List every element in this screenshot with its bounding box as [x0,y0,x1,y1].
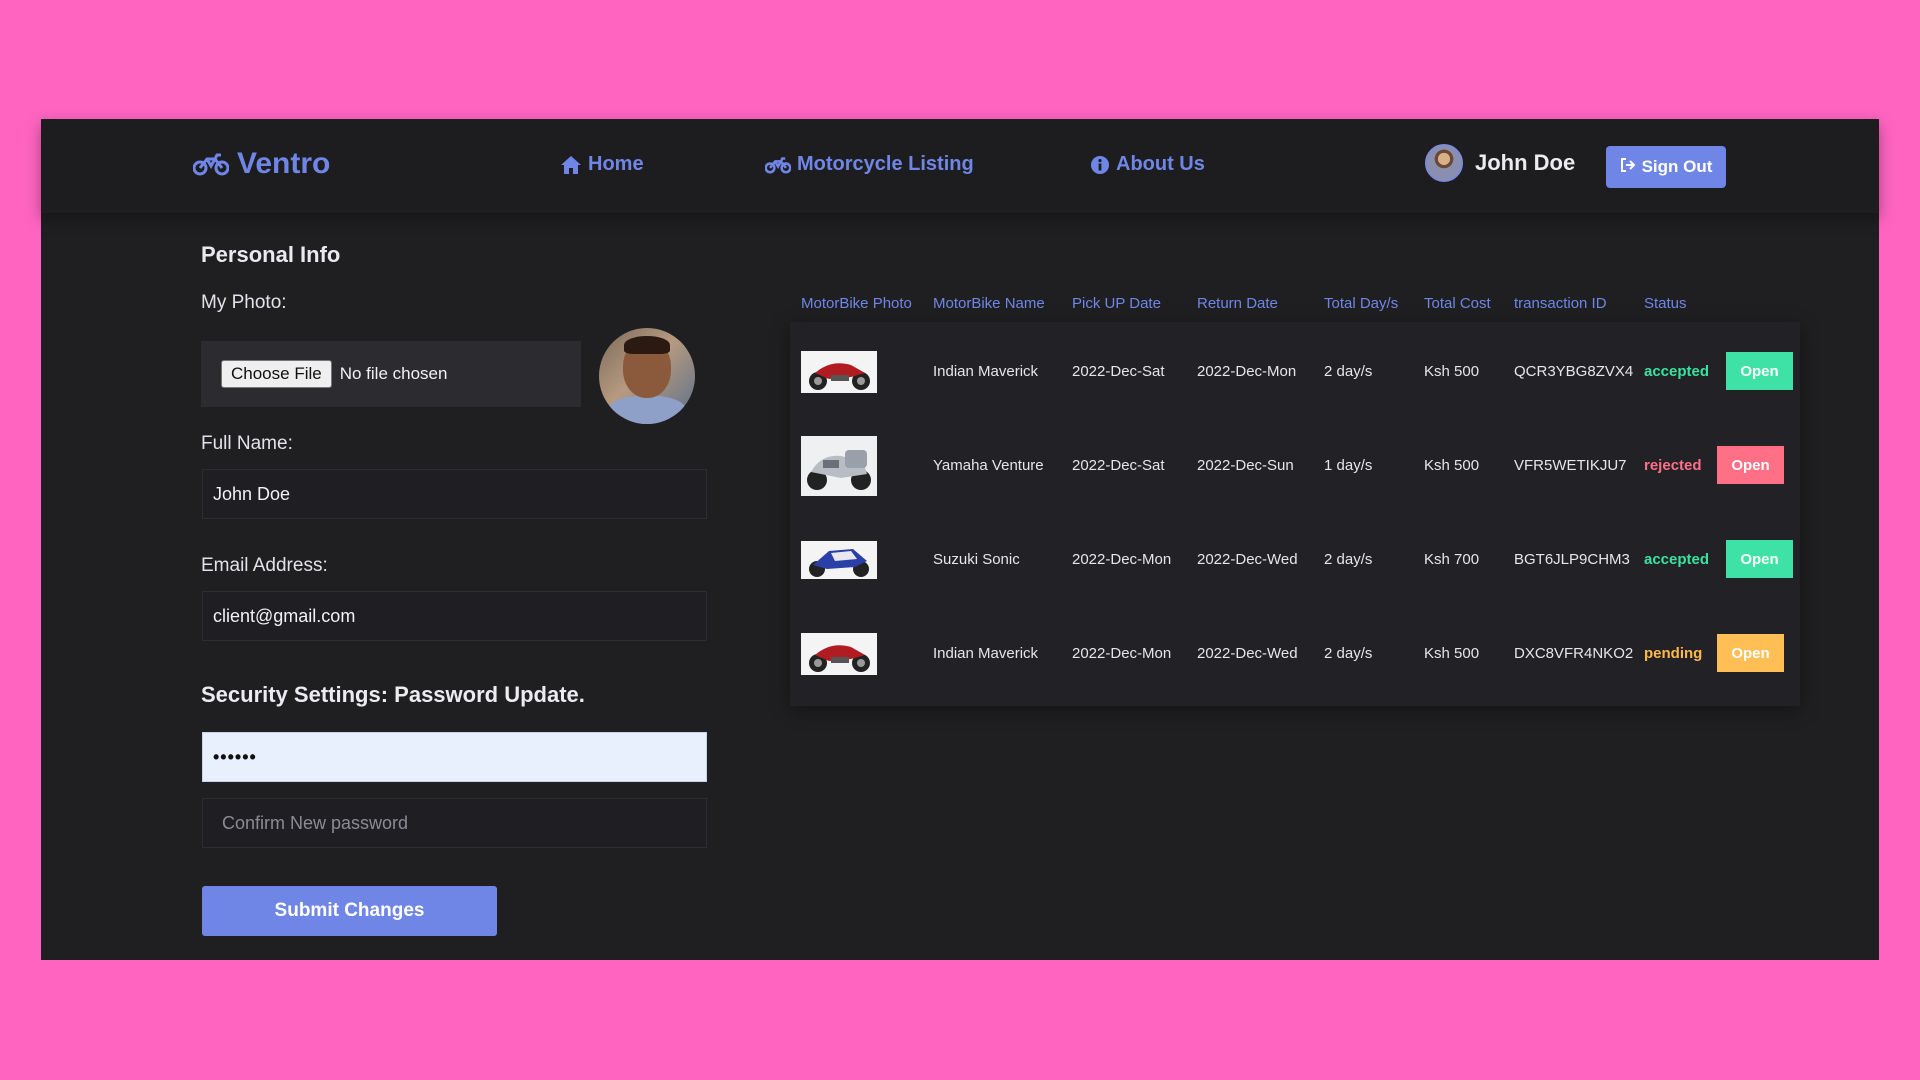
row-2-name: Yamaha Venture [933,456,1044,474]
row-2-cost: Ksh 500 [1424,456,1480,474]
header-motorbike-photo: MotorBike Photo [801,295,912,312]
file-status-text: No file chosen [339,364,448,383]
nav-motorcycle-listing-label: Motorcycle Listing [797,153,974,175]
row-4-cost: Ksh 500 [1424,644,1480,662]
full-name-field[interactable]: John Doe [202,469,707,519]
photo-file-input[interactable]: Choose File No file chosen [201,341,581,407]
header-motorbike-name: MotorBike Name [933,295,1045,312]
header-pickup-date: Pick UP Date [1072,295,1161,312]
profile-photo [599,328,695,424]
row-3-transaction-id: BGT6JLP9CHM3 [1514,550,1630,568]
row-4-days: 2 day/s [1324,644,1373,662]
motorbike-photo [801,633,877,675]
personal-info-heading: Personal Info [201,242,341,267]
row-1-name: Indian Maverick [933,362,1039,380]
header-transaction-id: transaction ID [1514,295,1607,312]
row-3-status: accepted [1644,550,1710,568]
row-2-transaction-id: VFR5WETIKJU7 [1514,456,1627,474]
row-3-name: Suzuki Sonic [933,550,1020,568]
row-2-status: rejected [1644,456,1702,474]
nav-about-us[interactable]: About Us [1090,153,1205,176]
motorcycle-icon [765,156,791,174]
row-3-days: 2 day/s [1324,550,1373,568]
row-2-return: 2022-Dec-Sun [1197,456,1294,474]
row-3-return: 2022-Dec-Wed [1197,550,1298,568]
user-menu[interactable]: John Doe [1425,144,1575,182]
email-field[interactable]: client@gmail.com [202,591,707,641]
row-1-cost: Ksh 500 [1424,362,1480,380]
motorbike-photo [801,436,877,496]
sign-out-label: Sign Out [1641,157,1713,176]
header-total-days: Total Day/s [1324,295,1399,312]
header-return-date: Return Date [1197,295,1278,312]
row-2-open-button[interactable]: Open [1717,446,1784,484]
home-icon [560,155,582,175]
row-1-pickup: 2022-Dec-Sat [1072,362,1165,380]
row-4-status: pending [1644,644,1703,662]
submit-changes-button[interactable]: Submit Changes [202,886,497,936]
full-name-label: Full Name: [201,433,293,454]
sign-out-icon [1620,157,1636,178]
row-4-open-button[interactable]: Open [1717,634,1784,672]
email-label: Email Address: [201,555,328,576]
motorcycle-icon [193,152,229,176]
nav-home[interactable]: Home [560,153,644,176]
row-2-days: 1 day/s [1324,456,1373,474]
row-1-return: 2022-Dec-Mon [1197,362,1297,380]
row-3-pickup: 2022-Dec-Mon [1072,550,1172,568]
avatar [1425,144,1463,182]
row-1-days: 2 day/s [1324,362,1373,380]
my-photo-label: My Photo: [201,292,287,313]
header-total-cost: Total Cost [1424,295,1491,312]
nav-motorcycle-listing[interactable]: Motorcycle Listing [765,153,974,176]
row-1-open-button[interactable]: Open [1726,352,1793,390]
row-3-cost: Ksh 700 [1424,550,1480,568]
brand-name: Ventro [237,147,331,180]
navbar: Ventro Home Motorcycle Listing About Us … [41,119,1879,213]
security-settings-heading: Security Settings: Password Update. [201,682,585,707]
nav-home-label: Home [588,153,644,175]
motorbike-photo [801,541,877,579]
nav-about-us-label: About Us [1116,153,1205,175]
new-password-field[interactable]: •••••• [202,732,707,782]
info-icon [1090,155,1110,175]
brand-logo[interactable]: Ventro [193,147,330,181]
user-name: John Doe [1475,150,1576,175]
choose-file-button[interactable]: Choose File [221,360,332,388]
row-4-name: Indian Maverick [933,644,1039,662]
row-4-pickup: 2022-Dec-Mon [1072,644,1172,662]
motorbike-photo [801,351,877,393]
header-status: Status [1644,295,1687,312]
confirm-password-field[interactable]: Confirm New password [202,798,707,848]
row-1-status: accepted [1644,362,1710,380]
row-4-return: 2022-Dec-Wed [1197,644,1298,662]
row-3-open-button[interactable]: Open [1726,540,1793,578]
row-2-pickup: 2022-Dec-Sat [1072,456,1165,474]
sign-out-button[interactable]: Sign Out [1606,146,1726,188]
row-1-transaction-id: QCR3YBG8ZVX4 [1514,362,1634,380]
row-4-transaction-id: DXC8VFR4NKO2 [1514,644,1634,662]
